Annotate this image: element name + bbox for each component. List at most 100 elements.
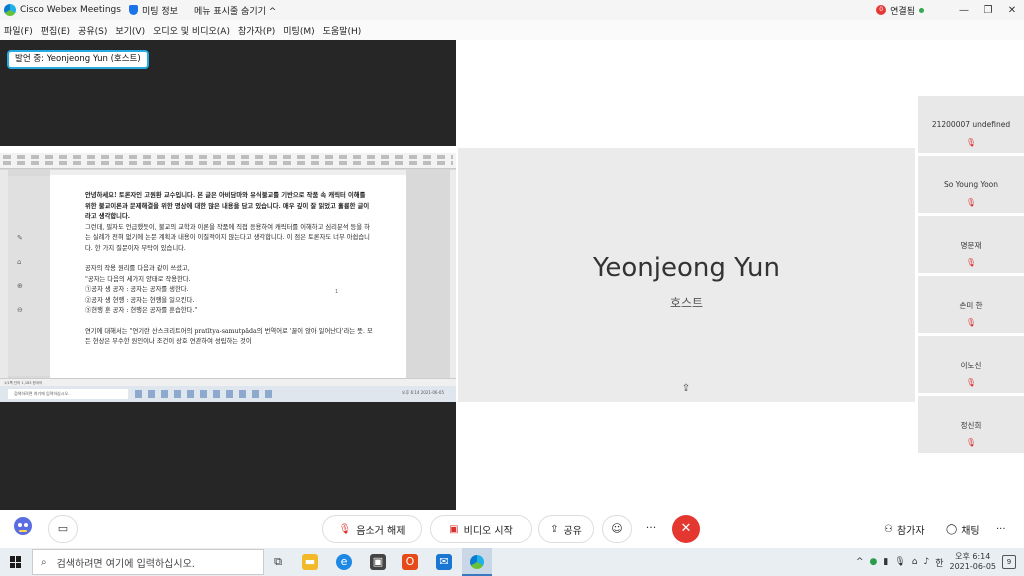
document-paragraph: 그런데, 필자도 언급했듯이, 불교의 교학과 이론을 작품에 직접 응용하여 …: [85, 223, 370, 252]
minimize-button[interactable]: —: [952, 5, 976, 16]
connection-badge: 0: [876, 5, 887, 15]
participant-tile[interactable]: 명문재 🎙︎: [918, 216, 1024, 273]
network-icon[interactable]: ⌂: [912, 557, 918, 567]
menu-view[interactable]: 보기(V): [115, 24, 145, 37]
muted-mic-icon: 🎙︎: [965, 378, 977, 387]
taskbar-search[interactable]: ⌕ 검색하려면 여기에 입력하십시오.: [32, 549, 264, 575]
close-button[interactable]: ✕: [1000, 5, 1024, 16]
assistant-icon[interactable]: [8, 515, 38, 543]
tray-chevron-icon[interactable]: ^: [856, 557, 864, 567]
task-view-icon[interactable]: ⧉: [270, 554, 286, 570]
menu-participants[interactable]: 참가자(P): [238, 24, 275, 37]
connection-label: 연결됨: [890, 6, 915, 17]
participant-name: So Young Yoon: [943, 180, 999, 189]
windows-taskbar: ⌕ 검색하려면 여기에 입력하십시오. ⧉ ▬ e ▣ O ✉ ^ ● ▮ 🎙︎…: [0, 548, 1024, 576]
title-bar: Cisco Webex Meetings 미팅 정보 메뉴 표시줄 숨기기 ^ …: [0, 0, 1024, 20]
document-paragraph: ①공자 생 공자 : 공자는 공자를 생한다.: [85, 286, 189, 293]
participant-tile[interactable]: 21200007 undefined 🎙︎: [918, 96, 1024, 153]
menu-audio-video[interactable]: 오디오 및 비디오(A): [153, 24, 230, 37]
muted-mic-icon: 🎙︎: [965, 138, 977, 147]
more-options-button[interactable]: ···: [636, 515, 666, 543]
document-toolbar: [0, 153, 456, 169]
menu-edit[interactable]: 편집(E): [41, 24, 70, 37]
muted-mic-icon: 🎙︎: [965, 318, 977, 327]
edge-icon[interactable]: e: [336, 554, 352, 570]
mute-button[interactable]: 🎙︎ 음소거 해제: [322, 515, 422, 543]
participant-tile[interactable]: 손미 한 🎙︎: [918, 276, 1024, 333]
document-status-bar: 1/1쪽 단어 1,183 한국어: [0, 378, 456, 386]
webex-logo-icon: [4, 4, 16, 16]
volume-icon[interactable]: ♪: [923, 557, 929, 567]
reactions-icon[interactable]: ☺: [602, 515, 632, 543]
system-tray: ^ ● ▮ 🎙︎ ⌂ ♪ 한 오후 6:14 2021-06-05 9: [856, 548, 1024, 576]
menu-bar: 파일(F) 편집(E) 공유(S) 보기(V) 오디오 및 비디오(A) 참가자…: [0, 20, 1024, 40]
participant-tile[interactable]: 이노신 🎙︎: [918, 336, 1024, 393]
participant-name: 손미 한: [959, 301, 983, 310]
document-paragraph: 공자의 작용 원리를 다음과 같이 쓰셨고,: [85, 265, 190, 272]
webex-taskbar-icon: [470, 555, 484, 569]
menu-help[interactable]: 도움말(H): [323, 24, 362, 37]
stamp-icon: ⌂: [17, 258, 22, 266]
tray-shield-icon[interactable]: ▮: [883, 557, 888, 567]
store-icon[interactable]: ▣: [370, 554, 386, 570]
participant-tile[interactable]: 정신희 🎙︎: [918, 396, 1024, 453]
document-scrollbar[interactable]: [450, 170, 456, 378]
active-speaker-tile[interactable]: Yeonjeong Yun 호스트 ⇪: [458, 148, 915, 402]
menu-share[interactable]: 공유(S): [78, 24, 107, 37]
pen-icon: ✎: [17, 234, 23, 242]
connection-ok-icon: [919, 7, 924, 13]
participant-name: 이노신: [960, 361, 982, 370]
mail-icon[interactable]: ✉: [436, 554, 452, 570]
file-explorer-icon[interactable]: ▬: [302, 554, 318, 570]
shared-taskbar-search: 검색하려면 여기에 입력하십시오.: [8, 389, 128, 399]
shared-taskbar: 검색하려면 여기에 입력하십시오. 오후 6:14 2021-06-05: [0, 386, 456, 402]
participant-name: 정신희: [960, 421, 982, 430]
chat-icon: ◯: [946, 523, 958, 535]
zoom-out-icon: ⊖: [17, 306, 23, 314]
video-label: 비디오 시작: [463, 525, 513, 537]
person-icon: ⚇: [884, 523, 893, 535]
menu-meeting[interactable]: 미팅(M): [283, 24, 314, 37]
ime-indicator[interactable]: 한: [935, 556, 943, 569]
clock-time: 오후 6:14: [955, 552, 991, 561]
webex-taskbar-item[interactable]: [462, 548, 492, 576]
notification-icon[interactable]: 9: [1002, 555, 1016, 569]
mic-muted-icon: 🎙︎: [338, 523, 352, 535]
speaker-name: Yeonjeong Yun: [592, 253, 781, 283]
windows-start-icon[interactable]: [10, 556, 22, 568]
tray-app-icon[interactable]: ●: [870, 557, 878, 567]
hide-menu-toggle[interactable]: 메뉴 표시줄 숨기기 ^: [186, 4, 284, 17]
connection-status[interactable]: 0 연결됨: [876, 4, 924, 17]
clock-date: 2021-06-05: [949, 562, 997, 571]
participants-button[interactable]: ⚇ 참가자: [884, 515, 925, 543]
chat-button[interactable]: ◯ 채팅: [946, 515, 980, 543]
taskbar-clock[interactable]: 오후 6:14 2021-06-05: [950, 552, 997, 572]
start-video-button[interactable]: ▣ 비디오 시작: [430, 515, 532, 543]
participant-tile[interactable]: So Young Yoon 🎙︎: [918, 156, 1024, 213]
app-title: Cisco Webex Meetings: [0, 4, 121, 16]
share-icon[interactable]: ⇪: [680, 384, 692, 394]
shared-document[interactable]: ✎ ⌂ ⊕ ⊖ 안녕하세요! 토론자인 고원환 교수입니다. 본 글은 아비담마…: [0, 146, 456, 402]
menu-file[interactable]: 파일(F): [4, 24, 33, 37]
end-meeting-button[interactable]: ✕: [672, 515, 700, 543]
more-panels-button[interactable]: ···: [996, 515, 1006, 543]
search-icon: ⌕: [41, 556, 47, 568]
mute-label: 음소거 해제: [356, 525, 406, 537]
page-number: 1: [335, 289, 339, 295]
captions-icon[interactable]: ▭: [48, 515, 78, 543]
meeting-info-label: 미팅 정보: [141, 6, 178, 17]
presenter-badge: 발언 중: Yeonjeong Yun (호스트): [7, 50, 149, 69]
tray-mic-icon[interactable]: 🎙︎: [894, 557, 905, 567]
document-title-bar: [0, 146, 456, 153]
meeting-controls: ▭ 🎙︎ 음소거 해제 ▣ 비디오 시작 ⇪ 공유 ☺ ··· ✕ ⚇ 참가자 …: [0, 510, 1024, 548]
meeting-info-button[interactable]: 미팅 정보: [121, 4, 186, 17]
restore-button[interactable]: ❐: [976, 5, 1000, 16]
office-icon[interactable]: O: [402, 554, 418, 570]
video-off-icon: ▣: [449, 523, 459, 535]
participants-label: 참가자: [896, 525, 925, 537]
share-button[interactable]: ⇪ 공유: [538, 515, 594, 543]
document-paragraph: "공자는 다음의 세가지 양태로 작용한다.: [85, 275, 191, 283]
shared-taskbar-icons: [135, 390, 275, 398]
muted-mic-icon: 🎙︎: [965, 438, 977, 447]
participant-name: 명문재: [960, 241, 982, 250]
